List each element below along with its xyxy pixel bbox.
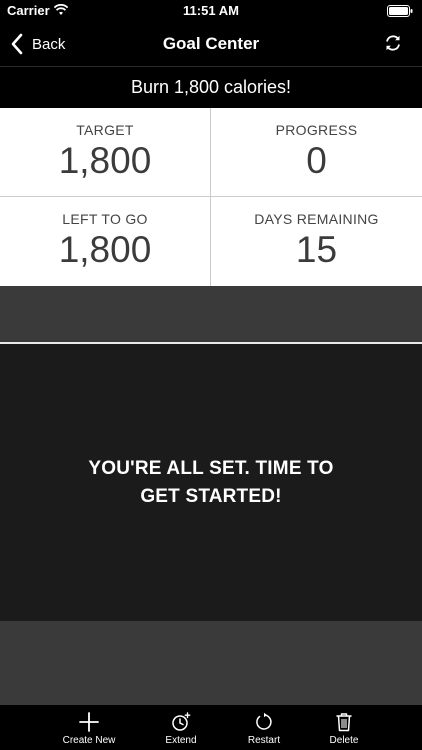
- extend-button[interactable]: Extend: [156, 705, 206, 750]
- stat-days-remaining: DAYS REMAINING 15: [211, 197, 422, 286]
- navigation-bar: Back Goal Center: [0, 22, 422, 66]
- stat-label: DAYS REMAINING: [254, 211, 379, 227]
- message-panel: YOU'RE ALL SET. TIME TO GET STARTED!: [0, 344, 422, 621]
- status-message: YOU'RE ALL SET. TIME TO GET STARTED!: [0, 455, 422, 511]
- status-message-line-1: YOU'RE ALL SET. TIME TO: [88, 458, 334, 479]
- clock-plus-icon: [172, 712, 191, 731]
- create-new-button[interactable]: Create New: [54, 705, 124, 750]
- restart-label: Restart: [247, 735, 281, 746]
- stat-label: LEFT TO GO: [62, 211, 148, 227]
- stat-value: 1,800: [58, 140, 152, 181]
- bottom-toolbar: Create New Extend Restart Delete: [0, 705, 422, 750]
- delete-label: Delete: [329, 735, 359, 746]
- create-new-label: Create New: [62, 735, 116, 746]
- plus-icon: [79, 712, 99, 732]
- progress-track-bottom: [0, 621, 422, 705]
- restart-icon: [256, 712, 272, 730]
- status-message-line-2: GET STARTED!: [140, 486, 282, 507]
- stat-value: 0: [306, 140, 327, 181]
- trash-icon: [336, 713, 352, 732]
- status-time: 11:51 AM: [183, 3, 239, 18]
- stat-value: 1,800: [58, 229, 152, 270]
- battery-icon: [387, 5, 413, 17]
- progress-track-top: [0, 286, 422, 342]
- page-title: Goal Center: [162, 34, 260, 53]
- status-bar: Carrier 11:51 AM: [0, 0, 422, 22]
- extend-label: Extend: [165, 735, 197, 746]
- stat-label: PROGRESS: [275, 122, 358, 138]
- goal-banner: Burn 1,800 calories!: [0, 66, 422, 108]
- stat-left-to-go: LEFT TO GO 1,800: [0, 197, 211, 286]
- delete-button[interactable]: Delete: [320, 705, 368, 750]
- stat-target: TARGET 1,800: [0, 108, 211, 197]
- stats-grid: TARGET 1,800 PROGRESS 0 LEFT TO GO 1,800…: [0, 108, 422, 286]
- stat-label: TARGET: [76, 122, 134, 138]
- stat-progress: PROGRESS 0: [211, 108, 422, 197]
- refresh-icon[interactable]: [384, 34, 402, 52]
- restart-button[interactable]: Restart: [238, 705, 290, 750]
- stat-value: 15: [295, 229, 338, 270]
